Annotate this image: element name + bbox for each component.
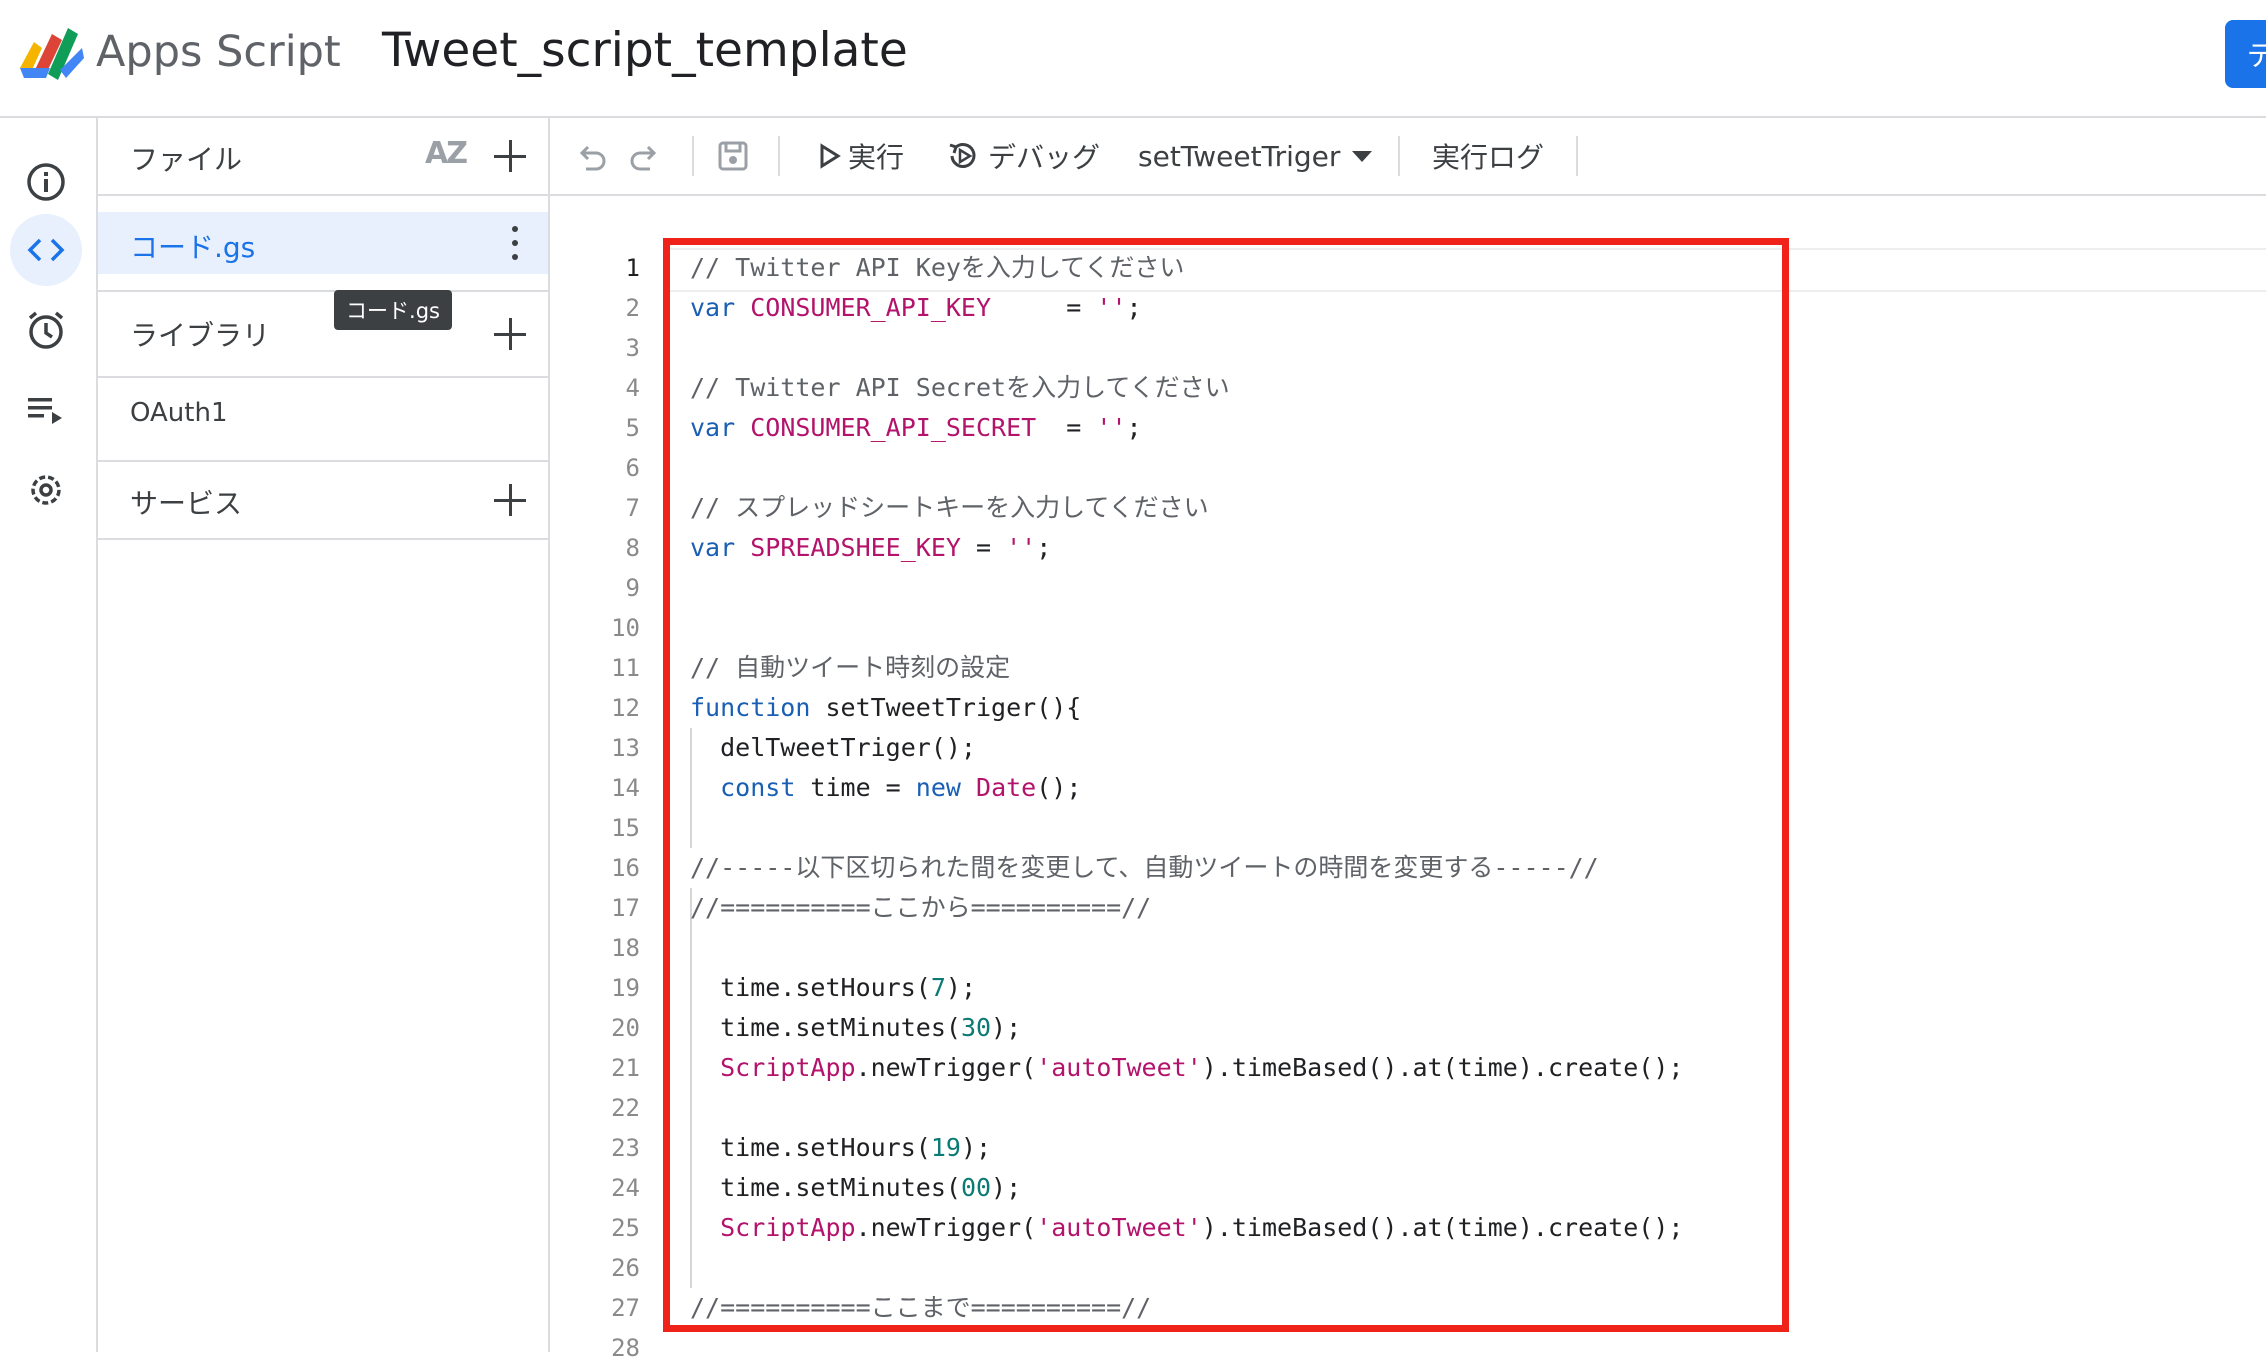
line-number: 10 [611, 614, 640, 642]
line-number: 8 [625, 534, 640, 562]
toolbar-divider [692, 136, 694, 176]
line-number: 12 [611, 694, 640, 722]
line-number: 7 [625, 494, 640, 522]
info-icon [27, 163, 65, 201]
function-select[interactable]: setTweetTriger [1138, 118, 1373, 194]
run-label: 実行 [848, 141, 905, 174]
line-number: 20 [611, 1014, 640, 1042]
project-title[interactable]: Tweet_script_template [382, 18, 908, 84]
services-section: サービス [98, 462, 548, 540]
files-panel: ファイル AZ コード.gs ライブラリ OAuth1 サービス [98, 118, 550, 1352]
line-number: 18 [611, 934, 640, 962]
execution-log-label: 実行ログ [1432, 141, 1545, 174]
sort-az-icon[interactable]: AZ [425, 136, 468, 171]
clock-icon [28, 311, 64, 349]
top-bar: Apps Script Tweet_script_template デ [0, 0, 2266, 118]
toolbar-divider [1576, 136, 1578, 176]
file-tooltip: コード.gs [334, 290, 452, 330]
libraries-heading: ライブラリ [130, 319, 271, 352]
undo-icon [579, 145, 606, 171]
debug-button[interactable]: デバッグ [946, 118, 1100, 194]
line-number: 21 [611, 1054, 640, 1082]
app-name[interactable]: Apps Script [96, 22, 341, 82]
services-heading: サービス [130, 487, 243, 520]
execution-log-button[interactable]: 実行ログ [1432, 118, 1544, 194]
line-number: 22 [611, 1094, 640, 1122]
line-number: 4 [625, 374, 640, 402]
redo-button[interactable] [628, 118, 662, 194]
debug-label: デバッグ [988, 141, 1101, 174]
line-number: 5 [625, 414, 640, 442]
line-number: 11 [611, 654, 640, 682]
files-heading: ファイル [130, 143, 243, 176]
line-number: 15 [611, 814, 640, 842]
settings-button[interactable] [10, 454, 82, 526]
libraries-section: ライブラリ [98, 290, 548, 378]
line-number: 17 [611, 894, 640, 922]
overview-button[interactable] [10, 146, 82, 218]
add-file-button[interactable] [490, 136, 530, 176]
debug-icon [949, 143, 976, 168]
more-vert-icon[interactable] [512, 226, 518, 260]
editor-button[interactable] [10, 214, 82, 286]
save-button[interactable] [716, 118, 750, 194]
file-item-code-gs[interactable]: コード.gs [98, 212, 548, 274]
save-icon [718, 141, 748, 171]
deploy-button-label: デ [2247, 39, 2266, 72]
line-number: 9 [625, 574, 640, 602]
library-item-label: OAuth1 [130, 398, 228, 428]
line-number: 1 [625, 254, 640, 282]
left-nav-rail [0, 118, 98, 1352]
play-icon [820, 143, 841, 169]
toolbar-divider [1398, 136, 1400, 176]
line-number: 27 [611, 1294, 640, 1322]
settings-icon [31, 475, 61, 505]
executions-button[interactable] [10, 374, 82, 446]
code-line[interactable] [690, 1328, 1683, 1368]
deploy-button[interactable]: デ [2225, 20, 2266, 88]
line-number: 19 [611, 974, 640, 1002]
redo-icon [630, 145, 657, 171]
line-number: 24 [611, 1174, 640, 1202]
add-service-button[interactable] [490, 480, 530, 520]
file-item-label: コード.gs [130, 231, 256, 264]
toolbar-divider [778, 136, 780, 176]
annotation-highlight-box [663, 238, 1789, 1332]
line-number: 6 [625, 454, 640, 482]
triggers-button[interactable] [10, 294, 82, 366]
line-number: 28 [611, 1334, 640, 1362]
files-header: ファイル AZ [98, 118, 548, 196]
line-number-gutter: 1 2 3 4 5 6 7 8 9 10 11 12 13 14 15 16 17 18 19 20 21 22 23 24 2… [550, 248, 640, 1368]
line-number: 13 [611, 734, 640, 762]
line-number: 26 [611, 1254, 640, 1282]
line-number: 16 [611, 854, 640, 882]
line-number: 25 [611, 1214, 640, 1242]
line-number: 23 [611, 1134, 640, 1162]
code-icon [27, 238, 65, 262]
add-library-button[interactable] [490, 314, 530, 354]
line-number: 3 [625, 334, 640, 362]
executions-icon [28, 398, 62, 424]
undo-button[interactable] [574, 118, 608, 194]
editor-toolbar: 実行 デバッグ setTweetTriger 実行ログ [550, 118, 2266, 196]
line-number: 14 [611, 774, 640, 802]
apps-script-logo-icon[interactable] [16, 22, 86, 82]
function-select-value: setTweetTriger [1138, 139, 1341, 173]
library-item-oauth1[interactable]: OAuth1 [98, 376, 548, 462]
run-button[interactable]: 実行 [816, 118, 904, 194]
line-number: 2 [625, 294, 640, 322]
dropdown-arrow-icon [1352, 150, 1373, 162]
